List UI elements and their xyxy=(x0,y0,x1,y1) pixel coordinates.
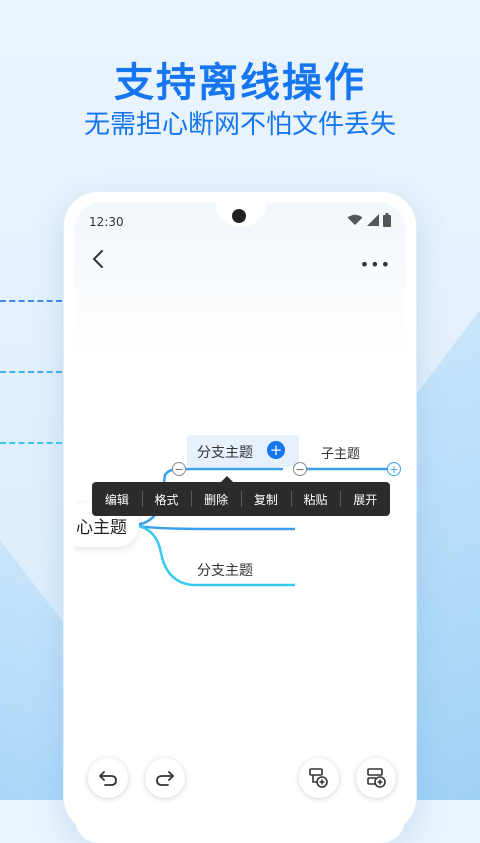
decorative-dash-line xyxy=(0,300,62,302)
menu-item-delete[interactable]: 删除 xyxy=(191,490,241,508)
child-node[interactable]: 子主题 xyxy=(321,443,360,462)
phone-frame: 12:30 ••• 分支主题 + 子主题 − − + 心主题 分支主题 编辑 格… xyxy=(64,192,416,843)
add-sibling-node-icon xyxy=(367,768,386,788)
hero-subtitle: 无需担心断网不怕文件丢失 xyxy=(83,110,396,140)
menu-item-edit[interactable]: 编辑 xyxy=(92,491,142,508)
undo-button[interactable] xyxy=(88,758,128,798)
menu-item-copy[interactable]: 复制 xyxy=(241,490,291,508)
menu-item-paste[interactable]: 粘贴 xyxy=(290,490,341,508)
plus-icon: + xyxy=(269,440,283,459)
context-menu: 编辑 格式 删除 复制 粘贴 展开 xyxy=(92,482,390,516)
branch-node-selected[interactable]: 分支主题 xyxy=(197,442,253,462)
add-sibling-node-button[interactable] xyxy=(356,758,396,798)
minus-icon: − xyxy=(174,462,184,476)
app-screen: 12:30 ••• 分支主题 + 子主题 − − + 心主题 分支主题 编辑 格… xyxy=(75,203,405,843)
menu-item-expand[interactable]: 展开 xyxy=(340,490,390,508)
collapse-button[interactable]: − xyxy=(293,462,307,476)
collapse-button[interactable]: − xyxy=(172,462,186,476)
add-child-node-button[interactable] xyxy=(299,758,339,798)
redo-icon xyxy=(156,771,174,786)
add-child-node-icon xyxy=(309,768,328,788)
undo-icon xyxy=(99,771,117,786)
minus-icon: − xyxy=(295,462,305,476)
decorative-dash-line xyxy=(0,371,62,373)
add-node-button[interactable]: + xyxy=(267,441,285,459)
branch-node[interactable]: 分支主题 xyxy=(197,560,253,580)
expand-button[interactable]: + xyxy=(387,462,401,476)
plus-icon: + xyxy=(389,462,399,476)
hero-title: 支持离线操作 xyxy=(114,60,366,106)
menu-item-format[interactable]: 格式 xyxy=(141,490,192,508)
redo-button[interactable] xyxy=(145,758,185,798)
decorative-dash-line xyxy=(0,442,62,444)
